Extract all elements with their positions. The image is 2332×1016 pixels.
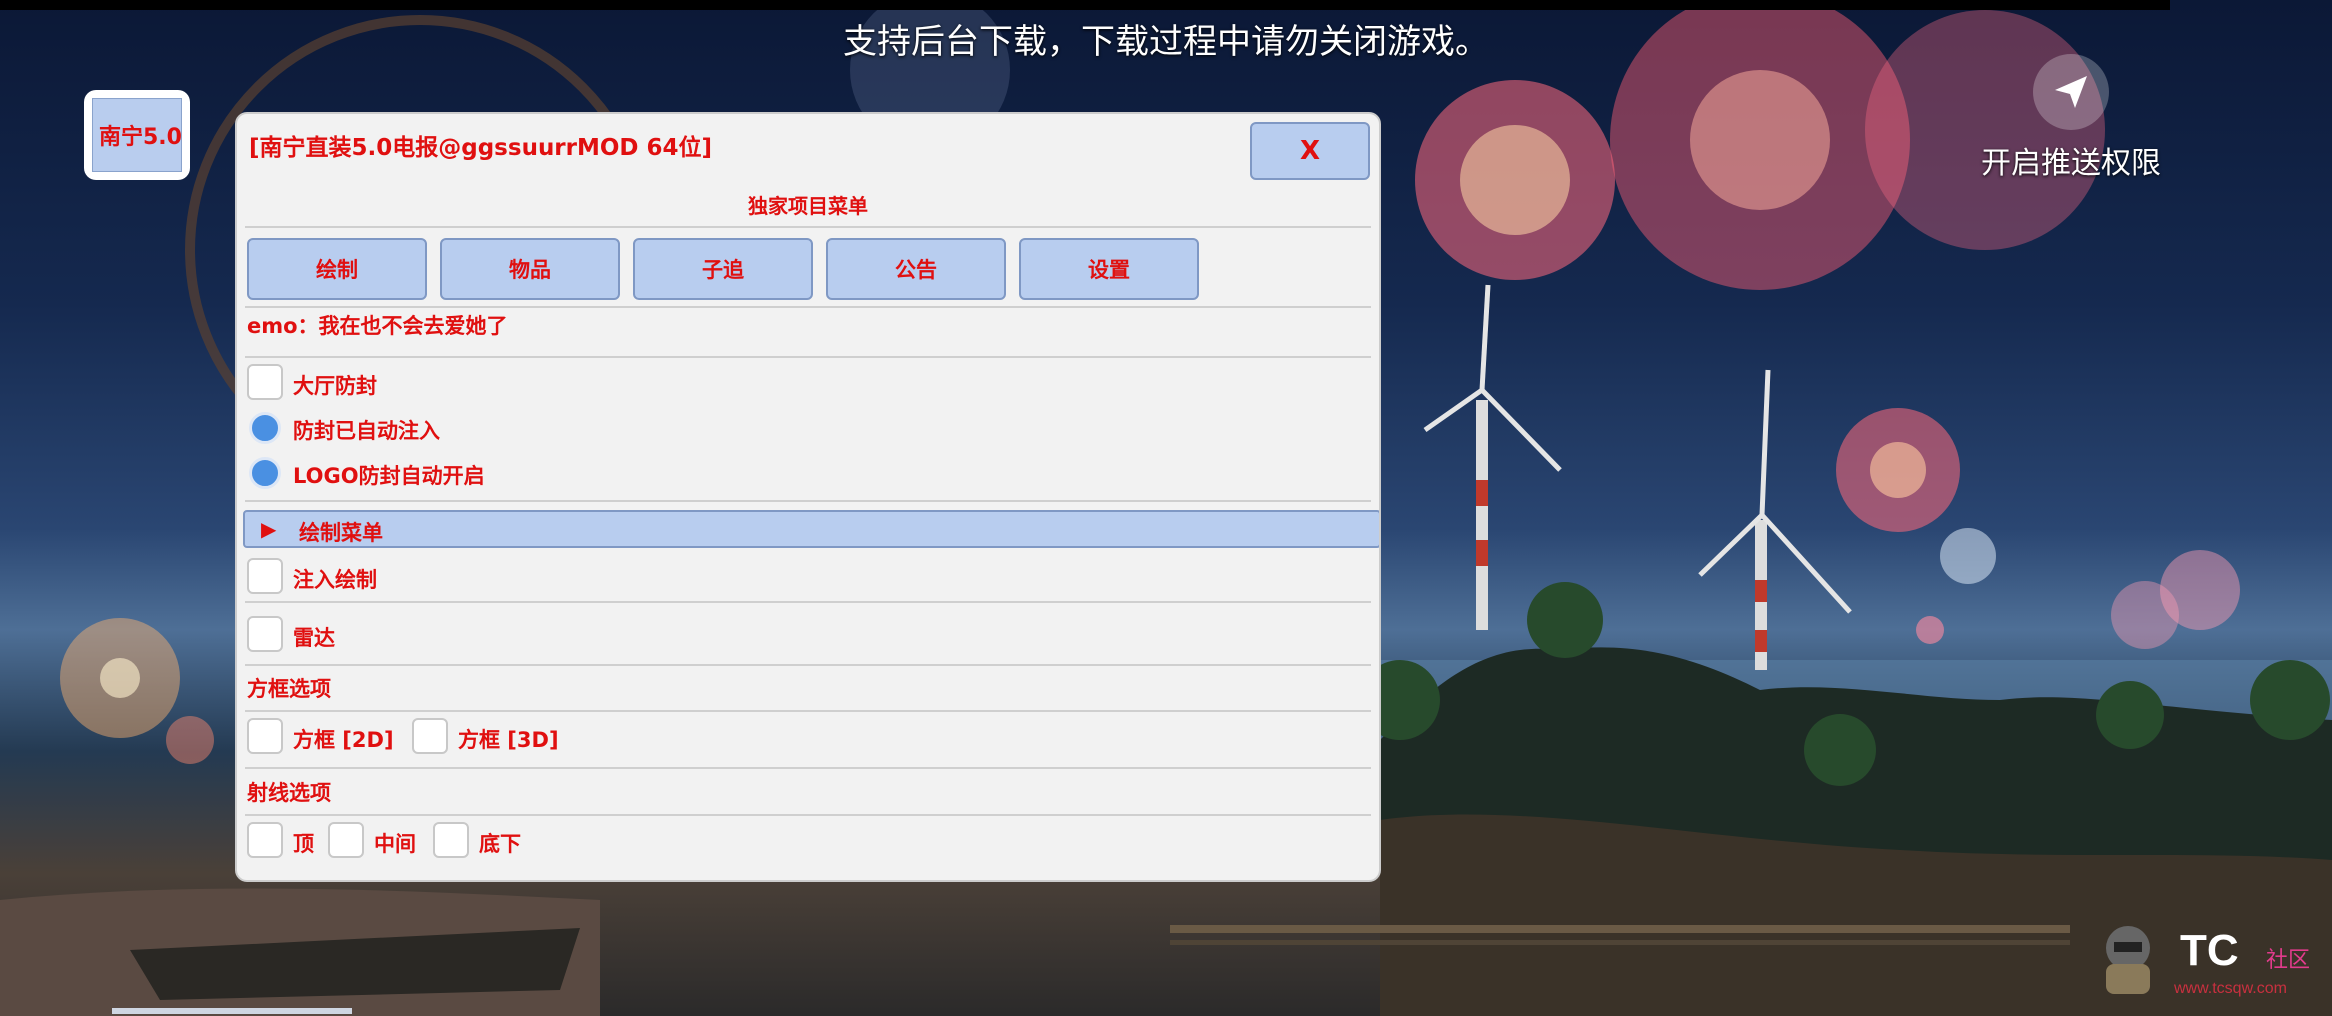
floating-menu-button[interactable]: 南宁5.0: [84, 90, 190, 180]
ray-top-checkbox[interactable]: [247, 822, 283, 858]
mascot-icon: [2106, 926, 2150, 994]
divider: [245, 767, 1371, 769]
box-2d-checkbox[interactable]: [247, 718, 283, 754]
turbine-left: [1423, 284, 1562, 630]
tab-bullet-track[interactable]: 子追: [633, 238, 813, 300]
ray-top-label: 顶: [293, 832, 314, 856]
watermark-url: www.tcsqw.com: [2174, 980, 2287, 997]
watermark-brand: TC: [2180, 926, 2239, 975]
floating-menu-label: 南宁5.0: [92, 98, 182, 172]
tab-draw[interactable]: 绘制: [247, 238, 427, 300]
send-icon: [2033, 54, 2109, 130]
lobby-protect-checkbox[interactable]: [247, 364, 283, 400]
box-3d-label: 方框 [3D]: [458, 728, 559, 752]
panel-subtitle: 独家项目菜单: [748, 194, 868, 218]
panel-title: [南宁直装5.0电报@ggssuurrMOD 64位]: [249, 135, 713, 161]
push-permission-label: 开启推送权限: [1981, 146, 2161, 181]
divider: [245, 306, 1371, 308]
divider: [245, 710, 1371, 712]
logo-protect-label: LOGO防封自动开启: [293, 464, 485, 488]
draw-menu-header[interactable]: ▶ 绘制菜单: [243, 510, 1379, 548]
motto-text: emo：我在也不会去爱她了: [247, 314, 508, 338]
ray-middle-label: 中间: [374, 832, 416, 856]
watermark-suffix: 社区: [2266, 948, 2311, 973]
site-watermark: TC 社区 www.tcsqw.com: [2090, 920, 2330, 1010]
push-permission-button[interactable]: 开启推送权限: [1966, 54, 2176, 182]
tab-settings[interactable]: 设置: [1019, 238, 1199, 300]
divider: [245, 500, 1371, 502]
divider: [245, 664, 1371, 666]
mod-menu-panel: [南宁直装5.0电报@ggssuurrMOD 64位] X 独家项目菜单 绘制 …: [235, 112, 1381, 882]
close-button[interactable]: X: [1250, 122, 1370, 180]
triangle-right-icon: ▶: [261, 517, 277, 541]
logo-protect-radio[interactable]: [249, 457, 281, 489]
divider: [245, 226, 1371, 228]
divider: [245, 814, 1371, 816]
ray-middle-checkbox[interactable]: [328, 822, 364, 858]
divider: [245, 356, 1371, 358]
box-3d-checkbox[interactable]: [412, 718, 448, 754]
box-section-title: 方框选项: [247, 677, 331, 701]
auto-inject-radio[interactable]: [249, 412, 281, 444]
auto-inject-label: 防封已自动注入: [293, 419, 440, 443]
tab-items[interactable]: 物品: [440, 238, 620, 300]
radar-checkbox[interactable]: [247, 616, 283, 652]
lobby-protect-label: 大厅防封: [293, 374, 377, 398]
radar-label: 雷达: [293, 626, 335, 650]
ray-bottom-checkbox[interactable]: [433, 822, 469, 858]
divider: [245, 601, 1371, 603]
scroll-indicator: [112, 1008, 352, 1014]
draw-menu-label: 绘制菜单: [299, 521, 383, 545]
inject-draw-checkbox[interactable]: [247, 558, 283, 594]
turbine-right: [1698, 369, 1852, 670]
top-edge: [0, 0, 2170, 10]
tab-announcement[interactable]: 公告: [826, 238, 1006, 300]
ray-section-title: 射线选项: [247, 781, 331, 805]
inject-draw-label: 注入绘制: [293, 568, 377, 592]
ray-bottom-label: 底下: [479, 832, 521, 856]
box-2d-label: 方框 [2D]: [293, 728, 394, 752]
